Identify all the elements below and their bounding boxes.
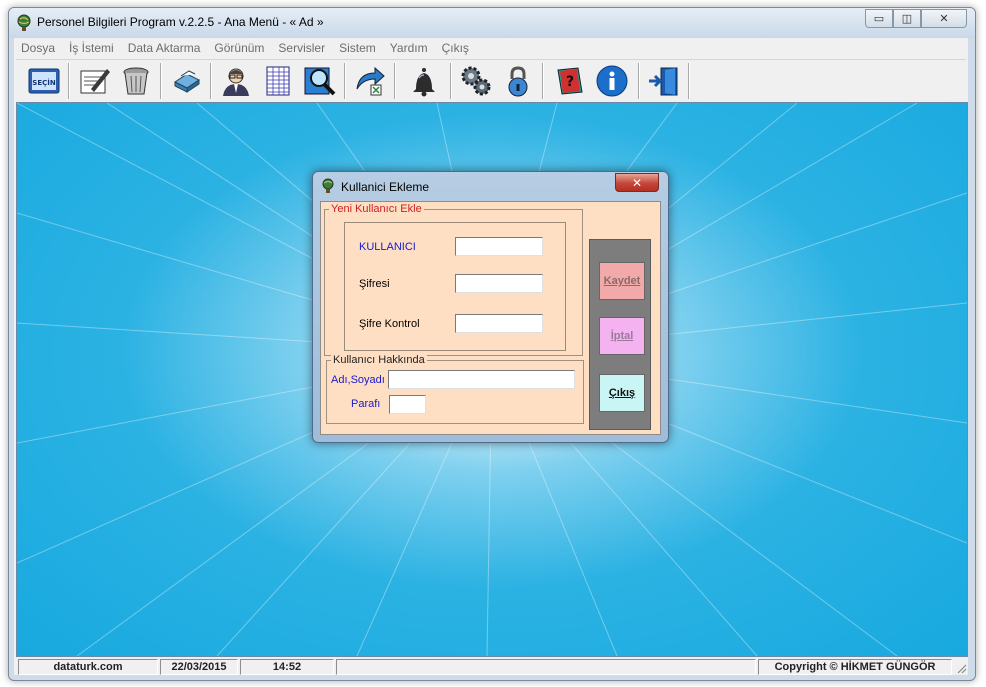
- title-bar[interactable]: Personel Bilgileri Program v.2.2.5 - Ana…: [9, 8, 975, 38]
- status-empty-panel: [336, 659, 756, 675]
- resize-grip-icon[interactable]: [955, 662, 967, 674]
- gears-icon: [461, 66, 491, 96]
- toolbar-alarm-button[interactable]: [404, 62, 444, 100]
- menu-servisler[interactable]: Servisler: [271, 41, 332, 55]
- help-book-icon: ?: [557, 67, 583, 95]
- fullname-input[interactable]: [388, 370, 575, 389]
- status-date: 22/03/2015: [160, 659, 238, 675]
- toolbar-help-button[interactable]: ?: [550, 62, 590, 100]
- dialog-body: Yeni Kullanıcı Ekle KULLANICI Şifresi Şi…: [320, 201, 661, 435]
- trash-bin-icon: [123, 67, 149, 95]
- add-user-dialog: Kullanici Ekleme ✕ Yeni Kullanıcı Ekle K…: [312, 171, 669, 443]
- toolbar-personnel-button[interactable]: [216, 62, 256, 100]
- restore-icon: ◫: [901, 12, 913, 25]
- close-icon: ✕: [939, 12, 949, 25]
- minimize-icon: ▭: [873, 12, 885, 25]
- minimize-button[interactable]: ▭: [865, 9, 893, 28]
- magnifier-icon: [304, 67, 336, 96]
- password-confirm-label: Şifre Kontrol: [359, 318, 420, 330]
- toolbar-export-button[interactable]: [350, 62, 390, 100]
- toolbar-edit-button[interactable]: [74, 62, 114, 100]
- menu-is-istemi[interactable]: İş İstemi: [62, 41, 121, 55]
- menu-bar: Dosya İş İstemi Data Aktarma Görünüm Ser…: [14, 38, 968, 57]
- menu-data-aktarma[interactable]: Data Aktarma: [121, 41, 208, 55]
- person-icon: [223, 68, 249, 96]
- action-button-panel: Kaydet İptal Çıkış: [589, 239, 651, 430]
- export-arrow-icon: [356, 66, 385, 96]
- status-bar: dataturk.com 22/03/2015 14:52 Copyright …: [14, 657, 968, 675]
- close-icon: ✕: [631, 175, 643, 190]
- fullname-label: Adı,Soyadı: [331, 374, 385, 386]
- password-input[interactable]: [455, 274, 543, 293]
- initials-label: Parafı: [351, 398, 381, 410]
- about-user-group-label: Kullanıcı Hakkında: [331, 353, 427, 367]
- save-button-label: Kaydet: [603, 275, 641, 287]
- dialog-globe-icon: [322, 178, 334, 193]
- save-button[interactable]: Kaydet: [599, 262, 645, 300]
- toolbar-search-button[interactable]: [300, 62, 340, 100]
- close-button[interactable]: ✕: [921, 9, 967, 28]
- menu-sistem[interactable]: Sistem: [332, 41, 383, 55]
- svg-text:?: ?: [566, 74, 574, 90]
- secin-text: SEÇİN: [32, 78, 56, 87]
- window-title: Personel Bilgileri Program v.2.2.5 - Ana…: [37, 15, 324, 29]
- status-site: dataturk.com: [18, 659, 158, 675]
- toolbar-select-button[interactable]: SEÇİN: [24, 62, 64, 100]
- password-confirm-input[interactable]: [455, 314, 543, 333]
- spreadsheet-icon: [266, 66, 290, 96]
- menu-cikis[interactable]: Çıkış: [435, 41, 476, 55]
- password-label: Şifresi: [359, 278, 390, 290]
- notepad-write-icon: [80, 69, 110, 94]
- toolbar-about-button[interactable]: [592, 62, 632, 100]
- toolbar-print-button[interactable]: [166, 62, 206, 100]
- status-copyright: Copyright © HİKMET GÜNGÖR: [758, 659, 952, 675]
- dialog-title: Kullanici Ekleme: [341, 180, 430, 194]
- exit-door-icon: [649, 67, 678, 96]
- username-input[interactable]: [455, 237, 543, 256]
- cancel-button-label: İptal: [610, 330, 634, 342]
- app-globe-icon: [17, 14, 31, 31]
- menu-yardim[interactable]: Yardım: [383, 41, 435, 55]
- padlock-icon: [508, 66, 528, 97]
- new-user-group-label: Yeni Kullanıcı Ekle: [329, 202, 424, 216]
- menu-dosya[interactable]: Dosya: [14, 41, 62, 55]
- initials-input[interactable]: [389, 395, 426, 414]
- username-label: KULLANICI: [359, 241, 416, 253]
- toolbar-list-button[interactable]: [258, 62, 298, 100]
- toolbar: SEÇİN ?: [16, 59, 966, 103]
- toolbar-exit-button[interactable]: [644, 62, 684, 100]
- secin-book-icon: SEÇİN: [28, 68, 60, 94]
- cancel-button[interactable]: İptal: [599, 317, 645, 355]
- status-time: 14:52: [240, 659, 334, 675]
- exit-button-label: Çıkış: [608, 387, 636, 399]
- toolbar-settings-button[interactable]: [456, 62, 496, 100]
- printer-icon: [174, 70, 200, 93]
- menu-gorunum[interactable]: Görünüm: [207, 41, 271, 55]
- toolbar-delete-button[interactable]: [116, 62, 156, 100]
- restore-button[interactable]: ◫: [893, 9, 921, 28]
- dialog-close-button[interactable]: ✕: [615, 173, 659, 192]
- toolbar-lock-button[interactable]: [498, 62, 538, 100]
- bell-icon: [413, 68, 435, 97]
- exit-button[interactable]: Çıkış: [599, 374, 645, 412]
- info-icon: [596, 65, 628, 97]
